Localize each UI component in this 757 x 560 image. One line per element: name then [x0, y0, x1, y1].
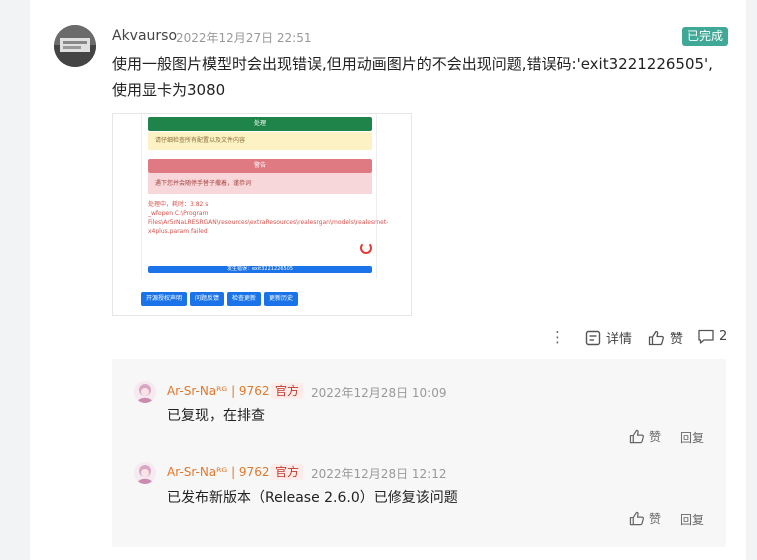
loading-spinner-icon	[360, 242, 372, 254]
post-card: Akvaurso 2022年12月27日 22:51 已完成 使用一般图片模型时…	[30, 0, 746, 560]
attachment-red-notice: 遇下您并会随停手替子撒着，谨恭词	[148, 173, 372, 194]
reply-text: 已复现，在排查	[167, 408, 265, 424]
like-label: 赞	[670, 332, 684, 347]
like-button[interactable]: 赞	[648, 328, 683, 347]
attachment-button: 检查更新	[227, 292, 262, 306]
reply-list: Ar-Sr-Naᴿᴳ | 9762 官方 2022年12月28日 10:09 已…	[112, 359, 726, 547]
reply-like-label: 赞	[649, 512, 662, 526]
post-author[interactable]: Akvaurso	[112, 28, 177, 44]
reply-button[interactable]: 回复	[680, 511, 704, 528]
avatar[interactable]	[54, 25, 96, 67]
thumbs-up-icon	[629, 429, 644, 444]
attachment-image[interactable]: 处理 请仔细检查所有配置以及文件内容 警告 遇下您并会随停手替子撒着，谨恭词 处…	[112, 113, 412, 316]
post-content: 使用一般图片模型时会出现错误,但用动画图片的不会出现问题,错误码:'exit32…	[112, 55, 713, 99]
reply-author[interactable]: Ar-Sr-Naᴿᴳ | 9762	[167, 384, 269, 398]
avatar-image	[54, 25, 96, 67]
reply-avatar-image	[134, 462, 156, 484]
reply-author[interactable]: Ar-Sr-Naᴿᴳ | 9762	[167, 465, 269, 479]
comment-count: 2	[719, 329, 728, 344]
detail-button[interactable]: 详情	[585, 328, 632, 347]
reply-time: 2022年12月28日 10:09	[311, 386, 447, 400]
detail-icon	[585, 330, 601, 345]
attachment-green-title: 处理	[148, 117, 372, 131]
attachment-button: 问题反馈	[190, 292, 225, 306]
status-badge: 已完成	[682, 27, 729, 46]
reply-text: 已发布新版本（Release 2.6.0）已修复该问题	[167, 490, 458, 506]
comment-button[interactable]: 2	[697, 328, 727, 345]
reply-avatar[interactable]	[134, 381, 156, 403]
attachment-window: 处理 请仔细检查所有配置以及文件内容 警告 遇下您并会随停手替子撒着，谨恭词 处…	[141, 114, 389, 279]
thumbs-up-icon	[648, 330, 664, 345]
attachment-button: 开源授权声明	[141, 292, 188, 306]
reply-like-label: 赞	[649, 430, 662, 444]
reply-time: 2022年12月28日 12:12	[311, 467, 447, 481]
reply-button[interactable]: 回复	[680, 429, 704, 446]
comment-icon	[698, 329, 714, 344]
attachment-error-line: 处理中，耗时：3.82 s	[148, 201, 209, 208]
thumbs-up-icon	[629, 511, 644, 526]
official-badge: 官方	[271, 464, 304, 480]
attachment-red-title: 警告	[148, 159, 372, 173]
reply-avatar-image	[134, 381, 156, 403]
detail-label: 详情	[606, 332, 633, 347]
official-badge: 官方	[271, 383, 304, 399]
post-time: 2022年12月27日 22:51	[176, 31, 312, 45]
reply-avatar[interactable]	[134, 462, 156, 484]
reply-like-button[interactable]: 赞	[629, 428, 661, 445]
attachment-error: 处理中，耗时：3.82 s _wfopen C:\Program Files\A…	[148, 200, 389, 236]
attachment-yellow-notice: 请仔细检查所有配置以及文件内容	[148, 132, 372, 150]
more-icon: ⋮	[550, 328, 565, 346]
attachment-error-detail: _wfopen C:\Program Files\Ar5rNaLRESRGAN\…	[148, 210, 389, 235]
reply-like-button[interactable]: 赞	[629, 510, 661, 527]
attachment-button: 更新历史	[264, 292, 299, 306]
attachment-progress-bar: 发生错误：exit3221226505	[148, 266, 372, 273]
attachment-button-row: 开源授权声明 问题反馈 检查更新 更新历史	[141, 292, 299, 306]
more-button[interactable]: ⋮	[550, 328, 565, 346]
